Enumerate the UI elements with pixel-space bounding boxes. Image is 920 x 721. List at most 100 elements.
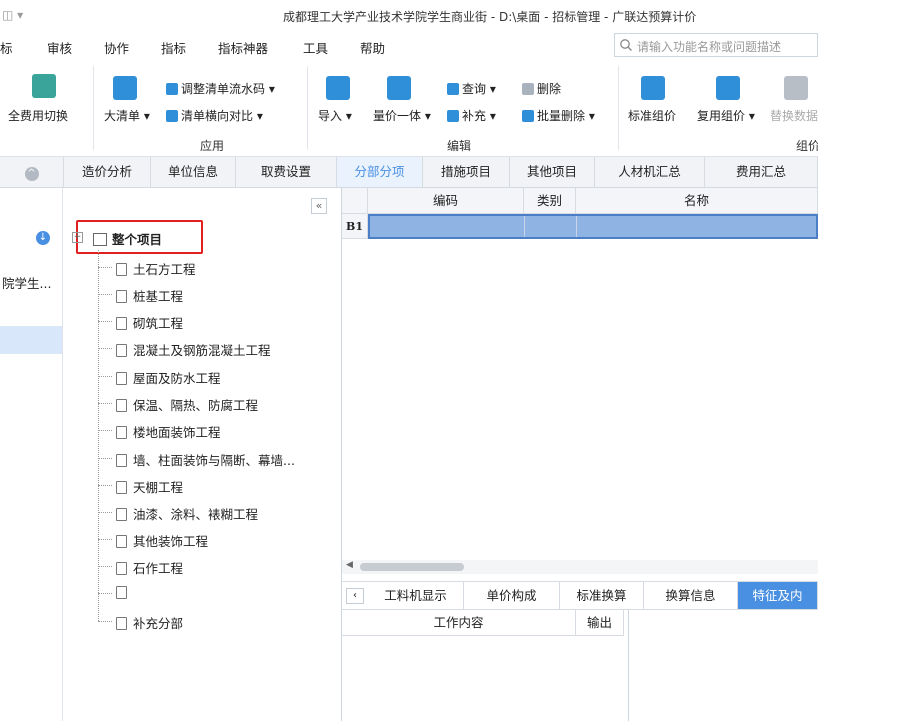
reuse-group-price-icon xyxy=(716,76,740,100)
document-icon xyxy=(116,508,127,521)
import-button[interactable]: 导入 ▾ xyxy=(318,107,352,124)
document-icon xyxy=(116,399,127,412)
supplement-button[interactable]: 补充 ▾ xyxy=(447,107,496,124)
selected-unit-row[interactable] xyxy=(0,326,62,354)
tab-labor-material[interactable]: 人材机汇总 xyxy=(595,157,705,187)
tree-node[interactable]: 石作工程 xyxy=(116,558,183,577)
menu-item-index[interactable]: 指标 xyxy=(161,38,186,57)
delete-button[interactable]: 删除 xyxy=(522,80,561,97)
project-navigator: ↓ 院学生... xyxy=(0,188,63,721)
tree-node[interactable]: 砌筑工程 xyxy=(116,313,183,332)
title-bar: ◫ ▾ 成都理工大学产业技术学院学生商业街 - D:\桌面 - 招标管理 - 广… xyxy=(0,0,818,32)
search-box[interactable]: 请输入功能名称或问题描述 xyxy=(614,33,818,57)
full-fee-switch-button[interactable]: 全费用切换 xyxy=(8,107,68,124)
scroll-left-icon[interactable]: ◀ xyxy=(346,560,353,570)
download-icon[interactable]: ↓ xyxy=(36,231,50,245)
document-icon xyxy=(116,562,127,575)
table-row[interactable] xyxy=(368,214,818,239)
column-header-type[interactable]: 类别 xyxy=(524,188,576,214)
document-icon xyxy=(116,535,127,548)
scrollbar-thumb[interactable] xyxy=(360,563,464,571)
replace-data-button[interactable]: 替换数据 xyxy=(770,107,818,124)
document-icon xyxy=(116,317,127,330)
document-icon xyxy=(116,290,127,303)
group-label-edit: 编辑 xyxy=(447,139,472,153)
tree-node[interactable]: 墙、柱面装饰与隔断、幕墙... xyxy=(116,450,295,469)
menu-item-bid[interactable]: 标 xyxy=(0,38,13,57)
group-label-price: 组价 xyxy=(796,139,818,153)
collapse-button[interactable]: ^ xyxy=(0,157,64,187)
tab-fee-settings[interactable]: 取费设置 xyxy=(236,157,337,187)
query-icon xyxy=(447,83,459,95)
tab-measures[interactable]: 措施项目 xyxy=(423,157,510,187)
replace-data-icon xyxy=(784,76,808,100)
tree-node[interactable]: 屋面及防水工程 xyxy=(116,368,221,387)
tab-bar: ^ 造价分析 单位信息 取费设置 分部分项 措施项目 其他项目 人材机汇总 费用… xyxy=(0,157,818,188)
document-icon xyxy=(116,426,127,439)
menu-item-collab[interactable]: 协作 xyxy=(104,38,129,57)
tab-scroll-left[interactable]: ‹ xyxy=(346,588,364,604)
menu-item-tools[interactable]: 工具 xyxy=(303,38,328,57)
column-header-code[interactable]: 编码 xyxy=(368,188,524,214)
tab-fee-summary[interactable]: 费用汇总 xyxy=(705,157,818,187)
lower-tab-bar: ‹ 工料机显示 单价构成 标准换算 换算信息 特征及内 xyxy=(342,581,818,610)
tree-node[interactable]: 天棚工程 xyxy=(116,477,183,496)
tab-cost-analysis[interactable]: 造价分析 xyxy=(64,157,151,187)
menu-item-review[interactable]: 审核 xyxy=(47,38,72,57)
tab-standard-conversion[interactable]: 标准换算 xyxy=(560,582,644,610)
tree-node[interactable] xyxy=(116,585,133,600)
division-tree-panel: « + 整个项目 土石方工程 桩基工程 砌筑工程 混凝土及钢筋混凝土工程 屋面及… xyxy=(63,188,342,721)
tree-node[interactable]: 楼地面装饰工程 xyxy=(116,422,221,441)
tree-node[interactable]: 保温、隔热、防腐工程 xyxy=(116,395,258,414)
tree-root[interactable]: 整个项目 xyxy=(93,229,162,248)
import-icon xyxy=(326,76,350,100)
document-icon xyxy=(116,263,127,276)
batch-delete-button[interactable]: 批量删除 ▾ xyxy=(522,107,595,124)
search-icon xyxy=(620,39,632,51)
reuse-group-price-button[interactable]: 复用组价 ▾ xyxy=(697,107,755,124)
tree-node[interactable]: 其他装饰工程 xyxy=(116,531,208,550)
full-fee-switch-icon xyxy=(32,74,56,98)
horizontal-scrollbar[interactable]: ◀ xyxy=(342,560,818,574)
items-grid: 编码 类别 名称 B1 xyxy=(342,188,818,558)
tab-unit-price-composition[interactable]: 单价构成 xyxy=(464,582,560,610)
adjust-flow-button[interactable]: 调整清单流水码 ▾ xyxy=(166,80,275,97)
compare-button[interactable]: 清单横向对比 ▾ xyxy=(166,107,263,124)
document-icon xyxy=(116,344,127,357)
group-label-app: 应用 xyxy=(200,139,225,153)
document-icon xyxy=(116,481,127,494)
price-integrated-button[interactable]: 量价一体 ▾ xyxy=(373,107,431,124)
collapse-panel-button[interactable]: « xyxy=(311,198,327,214)
tab-unit-info[interactable]: 单位信息 xyxy=(151,157,236,187)
tab-other-items[interactable]: 其他项目 xyxy=(510,157,595,187)
tab-features[interactable]: 特征及内 xyxy=(738,582,818,610)
search-input[interactable]: 请输入功能名称或问题描述 xyxy=(637,38,781,55)
tree-node[interactable]: 桩基工程 xyxy=(116,286,183,305)
row-header[interactable]: B1 xyxy=(342,214,368,239)
price-integrated-icon xyxy=(387,76,411,100)
tree-node[interactable]: 土石方工程 xyxy=(116,259,196,278)
column-header-output[interactable]: 输出 xyxy=(576,610,624,636)
column-header-work-content[interactable]: 工作内容 xyxy=(342,610,576,636)
supplement-icon xyxy=(447,110,459,122)
tree-node[interactable]: 油漆、涂料、裱糊工程 xyxy=(116,504,258,523)
tree-node[interactable]: 混凝土及钢筋混凝土工程 xyxy=(116,340,271,359)
app-window: ◫ ▾ 成都理工大学产业技术学院学生商业街 - D:\桌面 - 招标管理 - 广… xyxy=(0,0,818,721)
adjust-flow-icon xyxy=(166,83,178,95)
tab-labor-material-display[interactable]: 工料机显示 xyxy=(368,582,464,610)
batch-delete-icon xyxy=(522,110,534,122)
project-node[interactable]: 院学生... xyxy=(2,273,51,292)
query-button[interactable]: 查询 ▾ xyxy=(447,80,496,97)
tab-conversion-info[interactable]: 换算信息 xyxy=(644,582,738,610)
big-list-button[interactable]: 大清单 ▾ xyxy=(104,107,150,124)
quick-access-icon[interactable]: ◫ ▾ xyxy=(2,8,23,22)
compare-icon xyxy=(166,110,178,122)
std-group-price-button[interactable]: 标准组价 xyxy=(628,107,676,124)
document-icon xyxy=(116,372,127,385)
menu-item-help[interactable]: 帮助 xyxy=(360,38,385,57)
menu-item-index-tool[interactable]: 指标神器 xyxy=(218,38,268,57)
expand-icon[interactable]: + xyxy=(72,232,83,243)
column-header-name[interactable]: 名称 xyxy=(576,188,818,214)
tab-sub-items[interactable]: 分部分项 xyxy=(337,157,423,187)
tree-node[interactable]: 补充分部 xyxy=(116,613,183,632)
